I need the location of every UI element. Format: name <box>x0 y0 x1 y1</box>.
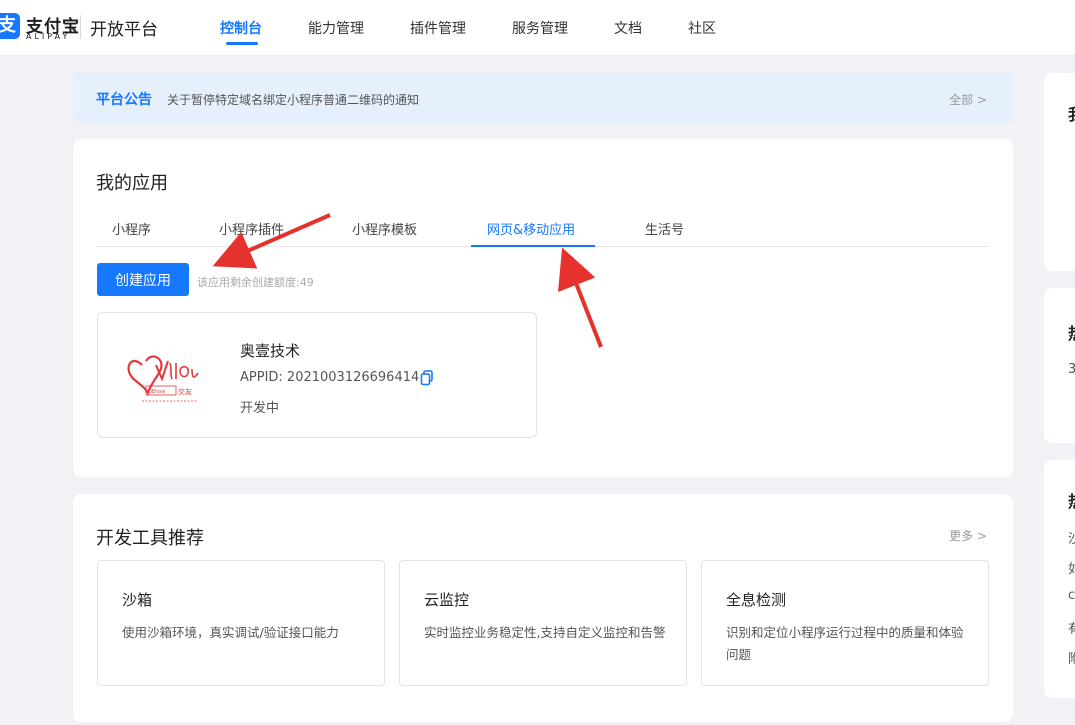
side-card-hot-2: 热 沙 如 c 有 附 <box>1044 460 1075 698</box>
side-card-line[interactable]: 有 <box>1068 618 1075 637</box>
announcement-bar: 平台公告 关于暂停特定域名绑定小程序普通二维码的通知 全部 > <box>73 73 1013 123</box>
announcement-link[interactable]: 关于暂停特定域名绑定小程序普通二维码的通知 <box>167 91 419 108</box>
announcement-tag: 平台公告 <box>96 92 152 108</box>
side-card-profile: 我 <box>1044 73 1075 271</box>
create-quota-text: 该应用剩余创建额度:49 <box>197 276 314 289</box>
tab-web-mobile-app[interactable]: 网页&移动应用 <box>487 219 575 238</box>
announcement-all-link[interactable]: 全部 > <box>949 91 987 108</box>
app-type-tabs: 小程序 小程序插件 小程序模板 网页&移动应用 生活号 <box>96 209 989 247</box>
nav-docs[interactable]: 文档 <box>614 18 642 38</box>
tab-mini-program-template[interactable]: 小程序模板 <box>352 219 417 238</box>
my-apps-title: 我的应用 <box>96 173 168 194</box>
side-card-hot-1: 热 3 <box>1044 288 1075 443</box>
side-card-title: 热 <box>1068 320 1075 344</box>
dev-tools-more-link[interactable]: 更多 > <box>949 527 987 544</box>
side-card-line[interactable]: c <box>1068 588 1075 603</box>
side-card-title: 我 <box>1068 101 1075 125</box>
tab-mini-program[interactable]: 小程序 <box>112 219 151 238</box>
tool-desc: 实时监控业务稳定性,支持自定义监控和告警 <box>424 625 666 640</box>
top-nav: 支 支付宝 ALIPAY 开放平台 控制台 能力管理 插件管理 服务管理 文档 … <box>0 0 1075 56</box>
dev-tools-card: 开发工具推荐 更多 > 沙箱 使用沙箱环境，真实调试/验证接口能力 云监控 实时… <box>73 494 1013 722</box>
tool-card-sandbox[interactable]: 沙箱 使用沙箱环境，真实调试/验证接口能力 <box>97 560 385 686</box>
create-app-button[interactable]: 创建应用 <box>97 263 189 296</box>
tool-desc: 识别和定位小程序运行过程中的质量和体验问题 <box>726 625 964 662</box>
app-status: 开发中 <box>240 401 280 416</box>
alipay-logo-icon[interactable]: 支 <box>0 13 20 39</box>
nav-service[interactable]: 服务管理 <box>512 18 568 38</box>
side-card-text: 3 <box>1068 362 1075 377</box>
svg-text:OElove: OElove <box>148 389 166 395</box>
tool-name: 沙箱 <box>122 591 153 609</box>
tab-mini-program-plugin[interactable]: 小程序插件 <box>219 219 284 238</box>
nav-active-indicator <box>226 42 258 45</box>
svg-text:交友: 交友 <box>178 387 192 396</box>
tool-desc: 使用沙箱环境，真实调试/验证接口能力 <box>122 625 339 640</box>
tab-active-indicator <box>471 245 595 247</box>
tab-life-account[interactable]: 生活号 <box>645 219 684 238</box>
tool-card-cloud-monitor[interactable]: 云监控 实时监控业务稳定性,支持自定义监控和告警 <box>399 560 687 686</box>
tool-name: 云监控 <box>424 591 470 609</box>
logo-subtitle: ALIPAY <box>26 32 71 41</box>
nav-capability[interactable]: 能力管理 <box>308 18 364 38</box>
nav-console[interactable]: 控制台 <box>220 18 262 38</box>
app-id: APPID: 2021003126696414 <box>240 370 420 385</box>
app-logo-icon: OElove 交友 <box>127 355 199 402</box>
side-card-line[interactable]: 如 <box>1068 558 1075 577</box>
app-card[interactable]: OElove 交友 奥壹技术 APPID: 2021003126696414 开… <box>97 312 537 438</box>
app-name: 奥壹技术 <box>240 342 301 360</box>
side-card-title: 热 <box>1068 488 1075 512</box>
side-card-line[interactable]: 附 <box>1068 648 1075 667</box>
dev-tools-title: 开发工具推荐 <box>96 528 204 549</box>
side-card-line[interactable]: 沙 <box>1068 528 1075 547</box>
tool-name: 全息检测 <box>726 591 787 609</box>
nav-community[interactable]: 社区 <box>688 18 716 38</box>
nav-plugin[interactable]: 插件管理 <box>410 18 466 38</box>
my-apps-card: 我的应用 小程序 小程序插件 小程序模板 网页&移动应用 生活号 创建应用 该应… <box>73 139 1013 477</box>
copy-icon[interactable] <box>420 370 434 386</box>
tool-card-holographic-check[interactable]: 全息检测 识别和定位小程序运行过程中的质量和体验问题 <box>701 560 989 686</box>
logo-divider <box>80 15 81 39</box>
platform-name[interactable]: 开放平台 <box>90 15 158 40</box>
